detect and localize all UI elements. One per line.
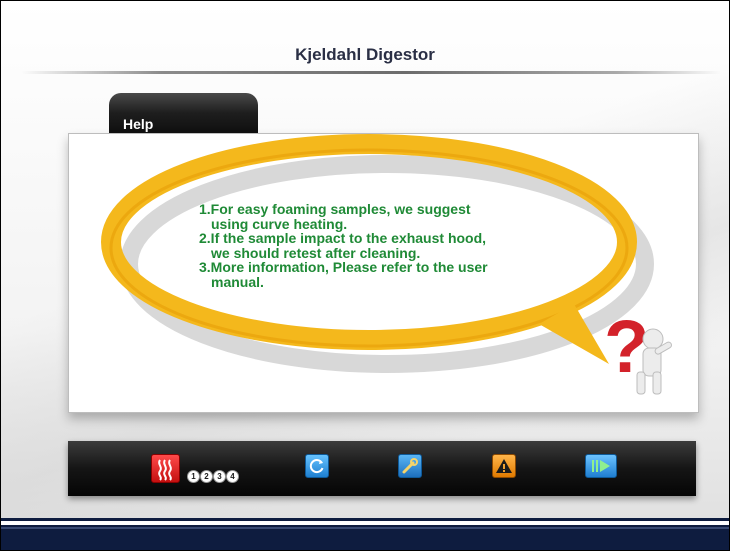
step-indicator: 3 bbox=[214, 471, 225, 482]
step-indicator: 2 bbox=[201, 471, 212, 482]
help-line: 2.If the sample impact to the exhaust ho… bbox=[199, 230, 487, 246]
step-indicator: 1 bbox=[188, 471, 199, 482]
step-indicator: 4 bbox=[227, 471, 238, 482]
help-text: 1.For easy foaming samples, we suggest u… bbox=[199, 202, 529, 289]
help-tab[interactable]: Help bbox=[109, 93, 258, 137]
step-indicators: 1234 bbox=[188, 471, 240, 489]
help-line: 3.More information, Please refer to the … bbox=[199, 259, 488, 275]
refresh-icon bbox=[309, 459, 324, 474]
bottom-toolbar: 1234 bbox=[68, 441, 696, 496]
help-line: 1.For easy foaming samples, we suggest bbox=[199, 201, 471, 217]
footer-band bbox=[1, 518, 729, 550]
help-panel: ? 1.For easy foaming samples, we suggest… bbox=[68, 133, 699, 413]
help-line: manual. bbox=[211, 273, 264, 290]
warning-icon bbox=[496, 459, 512, 473]
help-line: using curve heating. bbox=[211, 215, 348, 232]
help-line: we should retest after cleaning. bbox=[211, 244, 421, 261]
title-divider bbox=[21, 71, 721, 74]
refresh-button[interactable] bbox=[305, 454, 329, 478]
play-button[interactable] bbox=[585, 454, 617, 478]
tools-button[interactable] bbox=[398, 454, 422, 478]
help-tab-label: Help bbox=[123, 116, 154, 132]
app-window: Kjeldahl Digestor Help ? 1.For easy foam… bbox=[0, 0, 730, 551]
footer-stripe bbox=[1, 521, 729, 525]
heating-button[interactable] bbox=[151, 454, 180, 483]
play-icon bbox=[592, 460, 610, 472]
heating-element-icon bbox=[158, 459, 172, 481]
wrench-icon bbox=[402, 458, 418, 474]
page-title: Kjeldahl Digestor bbox=[295, 45, 435, 64]
warning-button[interactable] bbox=[492, 454, 516, 478]
footer-stripe bbox=[1, 527, 729, 529]
